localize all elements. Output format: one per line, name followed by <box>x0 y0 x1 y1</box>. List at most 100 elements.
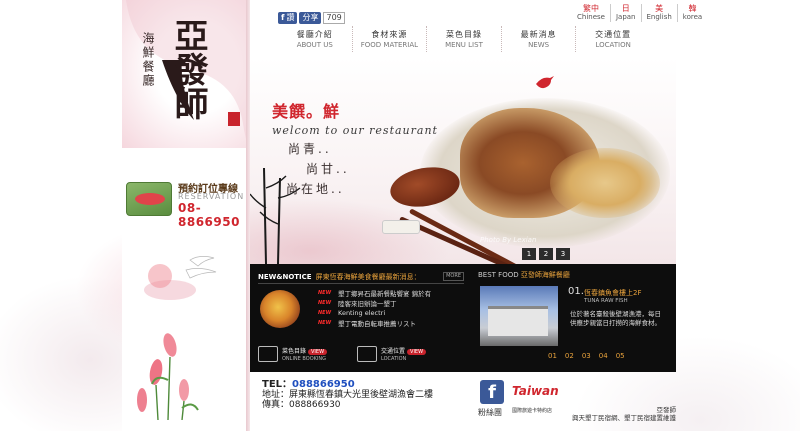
best-food-photo[interactable] <box>480 286 558 346</box>
best-food-subtitle: TUNA RAW FISH <box>584 298 628 304</box>
footer-credits: 亞發師 興天墾丁民宿網、墾丁民宿建置維護 <box>572 406 676 422</box>
nav-sublabel: NEWS <box>528 41 550 49</box>
travel-card-label: 國際旅遊卡特約店 <box>512 408 553 414</box>
footer-fax: 傳真：088866930 <box>262 400 341 410</box>
nav-sublabel: MENU LIST <box>445 41 483 49</box>
reservation-phone[interactable]: 08-8866950 <box>178 201 246 229</box>
nav-about-us[interactable]: 餐廳介紹 ABOUT US <box>278 26 353 52</box>
facebook-like-button[interactable]: f讚 <box>278 12 298 24</box>
pager-item[interactable]: 05 <box>616 352 625 360</box>
nav-sublabel: FOOD MATERIAL <box>360 41 419 49</box>
lang-sublabel: Japan <box>615 13 636 21</box>
slide-3-button[interactable]: 3 <box>556 248 570 260</box>
facebook-share-button[interactable]: 分享 <box>299 12 322 24</box>
banner-welcome: welcom to our restaurant <box>272 124 438 137</box>
hero-banner: 美饌。鮮 welcom to our restaurant 尚青.. 尚甘.. … <box>250 58 676 264</box>
news-item-text: 陸客來旧辦論一墾丁 <box>338 300 397 308</box>
lang-sublabel: korea <box>682 13 703 21</box>
banner-ginger-image <box>550 148 660 218</box>
nav-label: 交通位置 <box>595 30 632 39</box>
pager-item[interactable]: 04 <box>599 352 608 360</box>
best-food-label: BEST FOOD <box>478 271 519 279</box>
banner-line-1: 尚青.. <box>288 142 332 156</box>
footer-address: 地址：屏東縣恆春鎮大光里後壁湖漁會二樓 <box>262 390 434 400</box>
nav-location[interactable]: 交通位置 LOCATION <box>576 26 650 52</box>
action-label: 交通位置 <box>381 348 406 355</box>
news-more-button[interactable]: MORE <box>443 272 464 281</box>
view-button[interactable]: VIEW <box>407 349 427 355</box>
facebook-fanpage-icon[interactable]: f <box>480 380 504 404</box>
footer-tel: TEL：088866950 <box>262 380 433 390</box>
news-thumbnail <box>260 290 300 328</box>
pager-item[interactable]: 01 <box>548 352 557 360</box>
best-food-restaurant: 亞發師海鮮餐廳 <box>520 271 570 279</box>
news-body: NEW 墾丁鄉昇石最新餐點饗宴 錦於有 NEW 陸客來旧辦論一墾丁 NEW Kenti… <box>258 288 464 334</box>
lang-chinese[interactable]: 繁中 Chinese <box>572 4 611 22</box>
view-button[interactable]: VIEW <box>308 349 328 355</box>
nav-news[interactable]: 最新消息 NEWS <box>502 26 577 52</box>
best-food-number: 01. <box>568 286 584 297</box>
nav-sublabel: ABOUT US <box>296 41 333 49</box>
news-list: NEW 墾丁鄉昇石最新餐點饗宴 錦於有 NEW 陸客來旧辦論一墾丁 NEW Kenti… <box>318 288 431 328</box>
lang-label: 日 <box>621 4 630 13</box>
news-item[interactable]: NEW 墾丁鄉昇石最新餐點饗宴 錦於有 <box>318 288 431 298</box>
best-food-pager: 01 02 03 04 05 <box>548 352 625 360</box>
share-label: 分享 <box>302 13 319 22</box>
lang-japan[interactable]: 日 Japan <box>611 4 642 22</box>
menu-booking-action[interactable]: 菜色目錄 VIEW ONLINE BOOKING <box>258 342 328 366</box>
tel-number[interactable]: 088866950 <box>292 379 355 390</box>
nav-menu-list[interactable]: 菜色目錄 MENU LIST <box>427 26 502 52</box>
facebook-fanpage-label[interactable]: 粉絲團 <box>478 407 502 418</box>
news-item-text: 墾丁鄉昇石最新餐點饗宴 錦於有 <box>338 290 432 298</box>
lang-sublabel: Chinese <box>577 13 605 21</box>
footer-credit-link[interactable]: 興天墾丁民宿網、墾丁民宿建置維護 <box>572 414 676 422</box>
news-item[interactable]: NEW Kenting electri <box>318 308 431 318</box>
action-sublabel: ONLINE BOOKING <box>282 356 327 362</box>
new-badge: NEW <box>318 310 332 316</box>
best-food-section: BEST FOOD 亞發師海鮮餐廳 01. 恆春鎮魚會樓上2F TUNA RAW… <box>478 270 670 366</box>
footer-contact: TEL：088866950 地址：屏東縣恆春鎮大光里後壁湖漁會二樓 傳真：088… <box>262 380 434 411</box>
brand-name[interactable]: 亞發師 <box>168 18 208 120</box>
main-nav: 餐廳介紹 ABOUT US 食材來源 FOOD MATERIAL 菜色目錄 MENU … <box>278 26 650 52</box>
news-item[interactable]: NEW 墾丁電動自転車推薦リスト <box>318 318 431 328</box>
new-badge: NEW <box>318 320 332 326</box>
slide-2-button[interactable]: 2 <box>539 248 553 260</box>
action-label: 菜色目錄 <box>282 348 307 355</box>
slide-1-button[interactable]: 1 <box>522 248 536 260</box>
best-food-title[interactable]: 恆春鎮魚會樓上2F <box>584 288 641 298</box>
action-text: 菜色目錄 VIEW ONLINE BOOKING <box>282 346 328 362</box>
nav-label: 餐廳介紹 <box>296 30 333 39</box>
new-badge: NEW <box>318 290 332 296</box>
tel-label: TEL： <box>262 379 293 390</box>
info-panel: NEW&NOTICE 屏東恆春海鮮美食餐廳最新消息： MORE NEW 墾丁鄉昇石… <box>250 264 676 372</box>
facebook-icon: f <box>281 13 285 22</box>
lang-english[interactable]: 美 English <box>642 4 678 22</box>
lang-sublabel: English <box>646 13 672 21</box>
bus-icon <box>357 346 378 362</box>
banner-chopstick-rest <box>382 220 420 234</box>
banner-slogan: 美饌。鮮 <box>272 102 341 121</box>
location-action[interactable]: 交通位置 VIEW LOCATION <box>357 342 427 366</box>
news-item[interactable]: NEW 陸客來旧辦論一墾丁 <box>318 298 431 308</box>
nav-label: 食材來源 <box>371 30 408 39</box>
pager-item[interactable]: 03 <box>582 352 591 360</box>
travel-card-logo[interactable]: Taiwan <box>512 380 559 410</box>
lang-label: 繁中 <box>582 4 599 13</box>
nav-label: 最新消息 <box>520 30 557 39</box>
facebook-share[interactable]: f讚 分享 709 <box>278 12 345 24</box>
pager-item[interactable]: 02 <box>565 352 574 360</box>
language-switcher: 繁中 Chinese 日 Japan 美 English 韓 korea <box>572 4 707 22</box>
lang-label: 韓 <box>688 4 697 13</box>
reservation-box[interactable]: 預約訂位專線 RESERVATION 08-8866950 <box>124 180 246 229</box>
nav-food-material[interactable]: 食材來源 FOOD MATERIAL <box>353 26 428 52</box>
nav-label: 菜色目錄 <box>445 30 482 39</box>
lang-korea[interactable]: 韓 korea <box>678 4 707 22</box>
hummingbird-icon <box>536 76 554 89</box>
slider-controls: 1 2 3 <box>522 248 570 260</box>
news-headline: 屏東恆春海鮮美食餐廳最新消息： <box>315 272 421 281</box>
best-food-header: BEST FOOD 亞發師海鮮餐廳 <box>478 270 670 280</box>
seal-icon <box>228 112 240 126</box>
action-sublabel: LOCATION <box>381 356 407 362</box>
news-item-text: 墾丁電動自転車推薦リスト <box>338 320 416 328</box>
photo-credit: Photo By Lexian <box>480 236 537 244</box>
